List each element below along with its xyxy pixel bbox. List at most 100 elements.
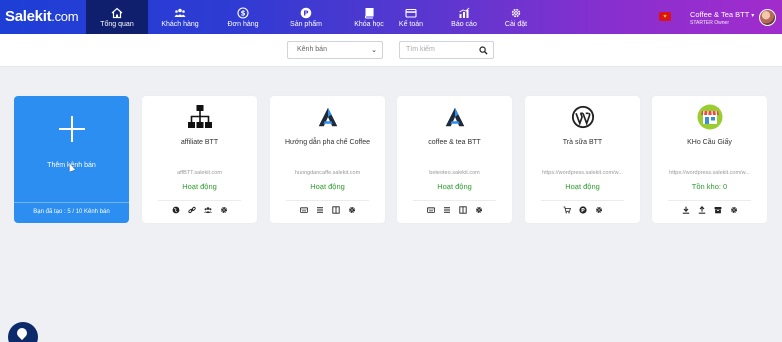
cart-icon[interactable]: [562, 206, 571, 214]
channel-url[interactable]: huongdancaffe.salekit.com: [276, 170, 379, 176]
divider: [541, 200, 624, 201]
keyboard-icon[interactable]: [426, 206, 435, 214]
nav-label: Cài đặt: [504, 20, 528, 28]
channel-actions: [270, 206, 385, 214]
channel-actions: [142, 206, 257, 214]
chart-icon: [459, 7, 470, 18]
top-navbar: Salekit.com Tổng quan Khách hàng $ Đơn h…: [0, 0, 782, 34]
divider: [413, 200, 496, 201]
channel-actions: [652, 206, 767, 214]
channel-card[interactable]: KHo Cầu Giấy https://wordpress.salekit.c…: [652, 96, 767, 223]
book-icon: [364, 7, 374, 19]
gear-icon: [511, 8, 521, 17]
link-icon[interactable]: [187, 206, 196, 214]
nav-khach-hang[interactable]: Khách hàng: [149, 0, 211, 34]
menu-icon[interactable]: [315, 206, 324, 214]
account-name-row: Coffee & Tea BTT ▾: [690, 10, 754, 19]
channel-url[interactable]: https://wordpress.salekit.com/w...: [658, 170, 761, 176]
svg-text:P: P: [581, 208, 585, 214]
gear-icon[interactable]: [474, 206, 483, 214]
download-icon[interactable]: [681, 206, 690, 214]
nav-san-pham[interactable]: P Sản phẩm: [275, 0, 337, 34]
avatar[interactable]: [759, 9, 776, 26]
nav-label: Đơn hàng: [227, 20, 259, 28]
columns-icon[interactable]: [458, 206, 467, 214]
channel-card[interactable]: affiliate BTT affBTT.salekit.com Hoạt độ…: [142, 96, 257, 223]
account-plan: STARTER: [690, 20, 713, 26]
logo-text: Salekit: [5, 8, 52, 25]
channel-card[interactable]: coffee & tea BTT beteoteo.salekit.com Ho…: [397, 96, 512, 223]
gear-icon[interactable]: [729, 206, 738, 214]
users-icon: [174, 8, 186, 17]
add-channel-card[interactable]: Thêm kênh bán Bạn đã tạo : 5 / 10 Kênh b…: [14, 96, 129, 223]
users-icon[interactable]: [203, 206, 212, 214]
account-role: Owner: [714, 20, 729, 26]
channel-name: coffee & tea BTT: [428, 139, 481, 146]
nav-label: Báo cáo: [451, 20, 477, 28]
nav-tong-quan[interactable]: Tổng quan: [86, 0, 148, 34]
search-placeholder: Tìm kiếm: [406, 46, 435, 53]
channel-actions: P: [525, 206, 640, 214]
channel-name: Trà sữa BTT: [562, 139, 603, 146]
search-input[interactable]: Tìm kiếm: [399, 41, 494, 59]
nav-label: Khách hàng: [161, 20, 199, 28]
svg-text:$: $: [241, 9, 246, 17]
globe-icon[interactable]: [171, 206, 180, 214]
channel-name: KHo Cầu Giấy: [687, 139, 732, 146]
dollar-icon: $: [237, 6, 249, 19]
divider: [668, 200, 751, 201]
channel-card[interactable]: Hướng dẫn pha chế Coffee huongdancaffe.s…: [270, 96, 385, 223]
menu-icon[interactable]: [442, 206, 451, 214]
channel-actions: [397, 206, 512, 214]
channel-url[interactable]: https://wordpress.salekit.com/w...: [531, 170, 634, 176]
nav-label: Tổng quan: [100, 20, 134, 28]
divider: [158, 200, 241, 201]
chat-widget-icon[interactable]: [8, 322, 38, 342]
salekit-logo-icon: [315, 104, 341, 130]
channel-url[interactable]: affBTT.salekit.com: [148, 170, 251, 176]
gear-icon[interactable]: [347, 206, 356, 214]
channel-select[interactable]: Kênh bán ⌄: [287, 41, 383, 59]
nav-label: Kế toán: [398, 20, 424, 28]
caret-down-icon: ▾: [751, 13, 755, 19]
sitemap-icon: [187, 104, 213, 130]
channel-url[interactable]: beteoteo.salekit.com: [403, 170, 506, 176]
channel-card[interactable]: Trà sữa BTT https://wordpress.salekit.co…: [525, 96, 640, 223]
status-badge: Hoạt động: [565, 182, 600, 191]
archive-icon[interactable]: [713, 206, 722, 214]
channel-name: Hướng dẫn pha chế Coffee: [284, 139, 371, 146]
account-menu[interactable]: Coffee & Tea BTT ▾ STARTER Owner: [690, 10, 754, 26]
gear-icon[interactable]: [594, 206, 603, 214]
nav-don-hang[interactable]: $ Đơn hàng: [212, 0, 274, 34]
divider: [286, 200, 369, 201]
svg-text:P: P: [303, 9, 308, 17]
wordpress-icon: [570, 104, 596, 130]
nav-cai-dat[interactable]: Cài đặt: [485, 0, 547, 34]
account-sub: STARTER Owner: [690, 20, 754, 26]
columns-icon[interactable]: [331, 206, 340, 214]
inventory-status: Tồn kho: 0: [691, 182, 728, 191]
salekit-logo[interactable]: Salekit.com: [5, 8, 79, 25]
vietnam-flag-icon[interactable]: [659, 12, 671, 21]
card-icon: [405, 8, 417, 18]
logo-suffix: .com: [51, 9, 79, 24]
nav-label: Sản phẩm: [290, 20, 322, 28]
salekit-logo-icon: [442, 104, 468, 130]
keyboard-icon[interactable]: [299, 206, 308, 214]
account-name: Coffee & Tea BTT: [690, 10, 750, 19]
search-icon[interactable]: [479, 46, 488, 55]
channel-usage-text: Bạn đã tạo : 5 / 10 Kênh bán: [14, 202, 129, 223]
channel-select-value: Kênh bán: [297, 46, 327, 53]
home-icon: [111, 7, 123, 18]
filter-bar: Kênh bán ⌄ Tìm kiếm: [0, 34, 782, 67]
upload-icon[interactable]: [697, 206, 706, 214]
gear-icon[interactable]: [219, 206, 228, 214]
plus-icon: [59, 116, 85, 142]
product-icon[interactable]: P: [578, 206, 587, 214]
channel-name: affiliate BTT: [180, 139, 219, 146]
product-icon: P: [300, 7, 312, 18]
store-icon: [697, 104, 723, 130]
status-badge: Hoạt động: [437, 182, 472, 191]
status-badge: Hoạt động: [182, 182, 217, 191]
chevron-down-icon: ⌄: [371, 47, 377, 54]
